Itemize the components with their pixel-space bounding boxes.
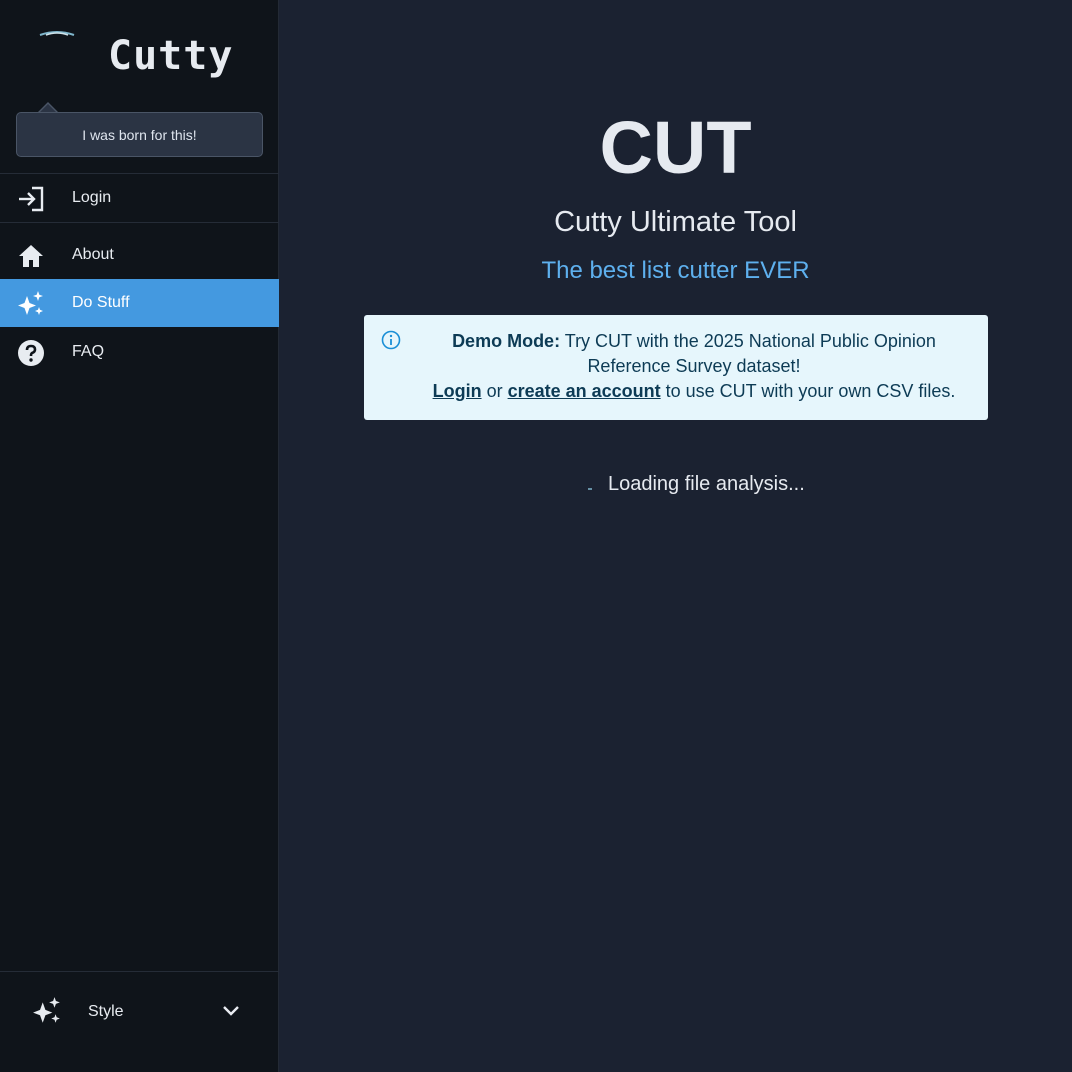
style-selector[interactable]: Style (0, 986, 279, 1038)
alert-text: Demo Mode: Try CUT with the 2025 Nationa… (414, 329, 974, 404)
sidebar: Cutty I was born for this! Login About D… (0, 0, 279, 1072)
logo[interactable]: Cutty (0, 0, 279, 100)
alert-line-1: Try CUT with the 2025 National Public Op… (560, 331, 936, 376)
sidebar-item-about[interactable]: About (0, 231, 279, 279)
speech-bubble: I was born for this! (16, 112, 263, 157)
speech-bubble-text: I was born for this! (82, 126, 197, 143)
sidebar-item-label: Login (72, 189, 112, 206)
logo-text: Cutty (108, 33, 234, 79)
divider (0, 222, 279, 223)
sidebar-item-login[interactable]: Login (0, 174, 279, 222)
logo-icon (39, 31, 75, 36)
info-icon (381, 330, 401, 350)
question-circle-icon (18, 340, 44, 366)
chevron-down-icon[interactable] (220, 1000, 242, 1022)
create-account-link[interactable]: create an account (508, 381, 661, 401)
alert-line-2: to use CUT with your own CSV files. (660, 381, 956, 401)
demo-mode-alert: Demo Mode: Try CUT with the 2025 Nationa… (364, 315, 988, 420)
alert-bold-label: Demo Mode: (452, 331, 561, 351)
divider (0, 971, 279, 972)
sparkles-icon (33, 997, 60, 1023)
alert-or-text: or (481, 381, 508, 401)
sidebar-item-label: FAQ (72, 343, 105, 360)
style-label: Style (88, 1003, 124, 1020)
login-icon (19, 186, 44, 212)
page-subtitle: Cutty Ultimate Tool (554, 206, 797, 238)
sidebar-item-do-stuff[interactable]: Do Stuff (0, 279, 279, 327)
sidebar-item-label: Do Stuff (72, 294, 130, 311)
sparkles-icon (18, 291, 43, 315)
page-tagline: The best list cutter EVER (541, 257, 810, 284)
login-link[interactable]: Login (433, 381, 482, 401)
spinner-icon (588, 488, 592, 490)
main-content: CUT Cutty Ultimate Tool The best list cu… (279, 0, 1072, 1072)
sidebar-item-faq[interactable]: FAQ (0, 328, 279, 376)
sidebar-item-label: About (72, 246, 114, 263)
home-icon (19, 245, 43, 267)
loading-text: Loading file analysis... (608, 473, 805, 495)
page-title: CUT (599, 106, 752, 189)
